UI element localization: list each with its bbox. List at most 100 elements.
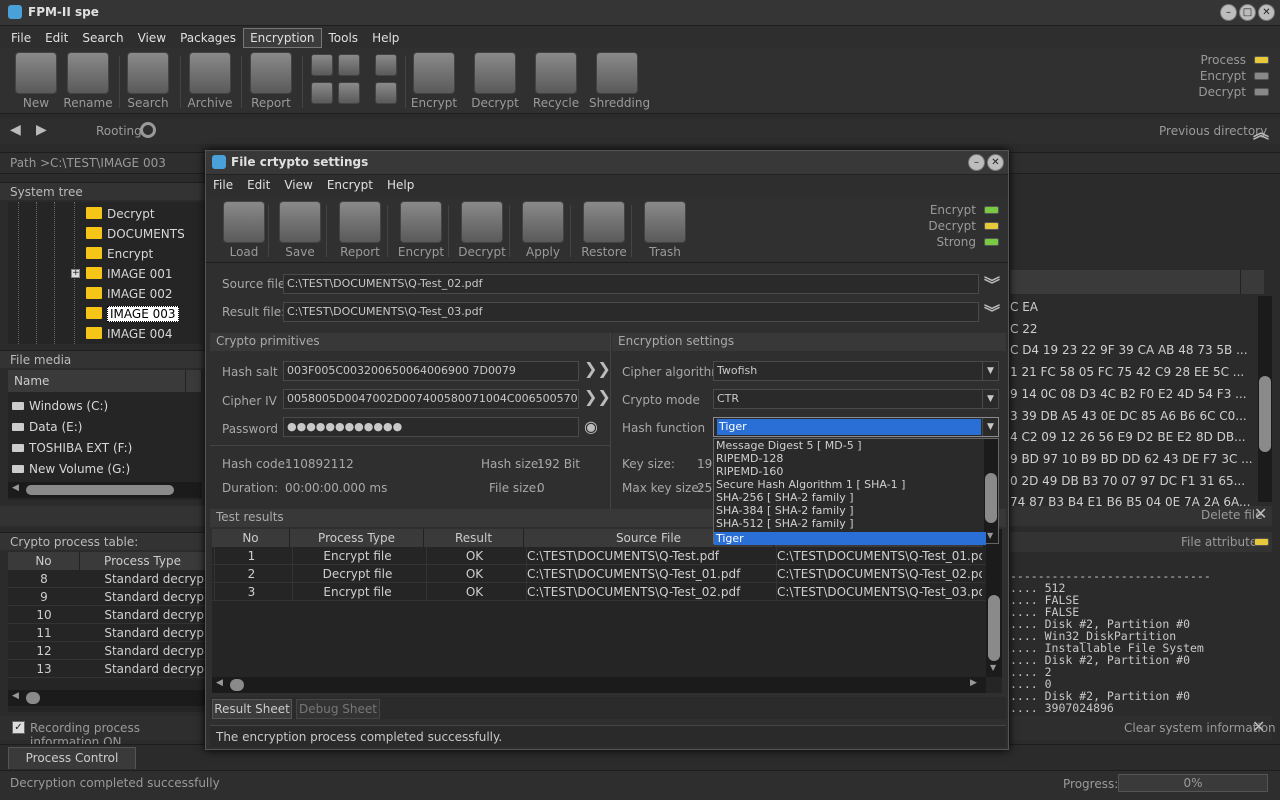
hash-option-ripemd-160[interactable]: RIPEMD-160 <box>714 465 986 478</box>
refresh-icon[interactable] <box>140 122 156 138</box>
encryption-settings-title: Encryption settings <box>612 333 1006 351</box>
hash-option-ripemd-128[interactable]: RIPEMD-128 <box>714 452 986 465</box>
crypto-mode-select[interactable]: CTR ▼ <box>713 389 999 409</box>
dialog-menu-view[interactable]: View <box>277 175 319 195</box>
dialog-report-button[interactable]: Report <box>332 201 388 261</box>
tree-item-image-001[interactable]: + IMAGE 001 <box>71 264 173 284</box>
report-icon <box>339 201 381 243</box>
cipher-algorithm-select[interactable]: Twofish ▼ <box>713 361 999 381</box>
dialog-trash-button[interactable]: Trash <box>637 201 693 261</box>
dialog-close-icon[interactable]: ✕ <box>987 154 1004 171</box>
password-input[interactable]: ●●●●●●●●●●●● <box>283 417 579 437</box>
rooting-label[interactable]: Rooting <box>96 124 142 138</box>
tree-item-encrypt[interactable]: Encrypt <box>86 244 153 264</box>
tab-result-sheet[interactable]: Result Sheet <box>212 699 292 719</box>
show-password-icon[interactable]: ◉ <box>584 417 598 436</box>
dialog-minimize-icon[interactable]: – <box>968 154 985 171</box>
dialog-apply-button[interactable]: Apply <box>515 201 571 261</box>
menu-help[interactable]: Help <box>365 28 406 48</box>
menu-packages[interactable]: Packages <box>173 28 243 48</box>
hash-salt-generate-icon[interactable]: ❯❯ <box>584 359 611 378</box>
certificate-icon[interactable] <box>375 82 397 104</box>
tree-item-label: IMAGE 004 <box>107 327 173 341</box>
hash-function-label: Hash function <box>622 421 706 435</box>
tree-item-documents[interactable]: DOCUMENTS <box>86 224 185 244</box>
hash-salt-input[interactable]: 003F005C003200650064006900 7D0079 <box>283 361 579 381</box>
hash-option-sha-384-sha-2-family[interactable]: SHA-384 [ SHA-2 family ] <box>714 504 986 517</box>
maximize-icon[interactable]: □ <box>1239 4 1256 21</box>
dialog-menu-file[interactable]: File <box>206 175 240 195</box>
file-media-name-header[interactable]: Name <box>8 370 186 392</box>
drive-item[interactable]: TOSHIBA EXT (F:) <box>12 438 132 458</box>
close-icon[interactable]: ✕ <box>1258 4 1275 21</box>
back-icon[interactable]: ◀ <box>10 122 21 138</box>
previous-directory-label[interactable]: Previous directory <box>1159 124 1267 138</box>
hash-option-secure-hash-algorithm-1-sha-1[interactable]: Secure Hash Algorithm 1 [ SHA-1 ] <box>714 478 986 491</box>
source-file-label: Source file: <box>222 277 290 291</box>
column-process-type[interactable]: Process Type <box>80 552 206 570</box>
encrypt-button[interactable]: Encrypt <box>406 52 462 112</box>
row-no: 10 <box>36 608 52 622</box>
tab-process-control-sheet[interactable]: Process Control Sheet <box>8 747 136 785</box>
menu-encryption[interactable]: Encryption <box>243 28 322 48</box>
hash-function-select[interactable]: Tiger ▼ <box>713 417 999 437</box>
hash-option-sha-256-sha-2-family[interactable]: SHA-256 [ SHA-2 family ] <box>714 491 986 504</box>
hash-option-sha-512-sha-2-family[interactable]: SHA-512 [ SHA-2 family ] <box>714 517 986 530</box>
forward-icon[interactable]: ▶ <box>36 122 47 138</box>
source-expand-icon[interactable]: ︾ <box>984 271 1000 295</box>
results-column-result[interactable]: Result <box>424 529 524 547</box>
recycle-button[interactable]: Recycle <box>528 52 584 112</box>
column-no[interactable]: No <box>8 552 80 570</box>
menu-view[interactable]: View <box>131 28 173 48</box>
dialog-menu-edit[interactable]: Edit <box>240 175 277 195</box>
dialog-menu-encrypt[interactable]: Encrypt <box>320 175 380 195</box>
drive-item[interactable]: New Volume (G:) <box>12 459 130 479</box>
cipher-iv-label: Cipher IV <box>222 394 277 408</box>
archive-button[interactable]: Archive <box>182 52 238 112</box>
checklist-icon[interactable] <box>375 54 397 76</box>
document-icon[interactable] <box>338 54 360 76</box>
settings-doc-icon[interactable] <box>338 82 360 104</box>
tree-item-image-003[interactable]: IMAGE 003 <box>86 304 179 324</box>
shredding-button[interactable]: Shredding <box>589 52 650 112</box>
menu-file[interactable]: File <box>4 28 38 48</box>
recording-checkbox[interactable]: ✓ <box>12 721 25 734</box>
hash-code-value: 110892112 <box>285 457 354 471</box>
cipher-iv-input[interactable]: 0058005D0047002D007400580071004C00650057… <box>283 389 579 409</box>
expand-icon[interactable]: + <box>71 269 80 278</box>
results-column-no[interactable]: No <box>212 529 290 547</box>
minimize-icon[interactable]: – <box>1220 4 1237 21</box>
cipher-iv-generate-icon[interactable]: ❯❯ <box>584 387 611 406</box>
clear-icon[interactable]: ✕ <box>1252 717 1265 736</box>
menu-edit[interactable]: Edit <box>38 28 75 48</box>
tree-item-image-002[interactable]: IMAGE 002 <box>86 284 173 304</box>
up-directory-icon[interactable]: ︽ <box>1253 119 1269 143</box>
report-button[interactable]: Report <box>243 52 299 112</box>
menu-tools[interactable]: Tools <box>322 28 366 48</box>
search-button[interactable]: Search <box>120 52 176 112</box>
dialog-encrypt-button[interactable]: Encrypt <box>393 201 449 261</box>
dialog-load-button[interactable]: Load <box>216 201 272 261</box>
tree-item-decrypt[interactable]: Decrypt <box>86 204 155 224</box>
delete-icon[interactable]: ✕ <box>1254 504 1267 523</box>
dialog-decrypt-button[interactable]: Decrypt <box>454 201 510 261</box>
decrypt-button[interactable]: Decrypt <box>467 52 523 112</box>
result-expand-icon[interactable]: ︾ <box>984 299 1000 323</box>
new-button[interactable]: New <box>8 52 64 112</box>
result-file-input[interactable]: C:\TEST\DOCUMENTS\Q-Test_03.pdf <box>283 302 979 322</box>
move-icon[interactable] <box>311 82 333 104</box>
tab-debug-sheet[interactable]: Debug Sheet <box>296 699 380 719</box>
menu-search[interactable]: Search <box>75 28 130 48</box>
rename-button[interactable]: Rename <box>60 52 116 112</box>
drive-item[interactable]: Data (E:) <box>12 417 82 437</box>
source-file-input[interactable]: C:\TEST\DOCUMENTS\Q-Test_02.pdf <box>283 274 979 294</box>
hash-option-tiger[interactable]: Tiger <box>714 532 986 545</box>
dialog-save-button[interactable]: Save <box>272 201 328 261</box>
hash-option-message-digest-5-md-5[interactable]: Message Digest 5 [ MD-5 ] <box>714 439 986 452</box>
tree-item-image-004[interactable]: IMAGE 004 <box>86 324 173 344</box>
copy-icon[interactable] <box>311 54 333 76</box>
dialog-restore-button[interactable]: Restore <box>576 201 632 261</box>
drive-item[interactable]: Windows (C:) <box>12 396 108 416</box>
results-column-process-type[interactable]: Process Type <box>290 529 424 547</box>
dialog-menu-help[interactable]: Help <box>380 175 421 195</box>
